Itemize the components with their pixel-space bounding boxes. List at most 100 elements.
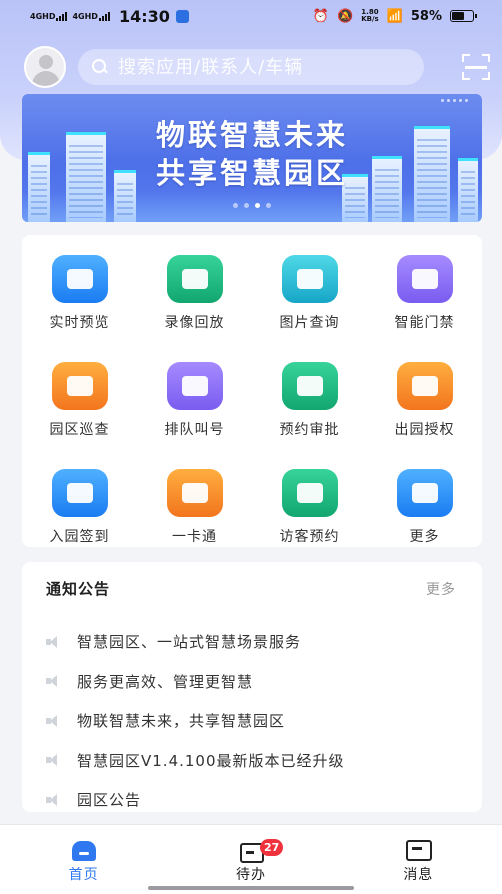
app-item[interactable]: 智能门禁: [367, 255, 482, 332]
speaker-icon: [46, 675, 62, 688]
notice-title: 通知公告: [46, 580, 111, 598]
app-item[interactable]: 图片查询: [252, 255, 367, 332]
notice-text: 服务更高效、管理更智慧: [77, 672, 254, 691]
app-item[interactable]: 出园授权: [367, 362, 482, 439]
banner-decoration: [441, 99, 468, 102]
notice-header: 通知公告 更多: [46, 578, 456, 599]
more-icon: [411, 483, 438, 503]
picture-icon: [296, 269, 323, 289]
notice-text: 智慧园区V1.4.100最新版本已经升级: [77, 751, 345, 770]
patrol-icon: [66, 376, 93, 396]
app-icon-tile: [166, 255, 223, 303]
app-item[interactable]: 排队叫号: [137, 362, 252, 439]
app-icon-tile: [281, 255, 338, 303]
alarm-icon: ⏰: [312, 8, 330, 24]
notice-item[interactable]: 服务更高效、管理更智慧: [46, 662, 466, 702]
signal-2: 4GHD: [72, 11, 110, 21]
bottom-tab-bar: 首页 待办 消息 27: [0, 824, 502, 894]
notice-item[interactable]: 智慧园区V1.4.100最新版本已经升级: [46, 741, 466, 781]
app-item[interactable]: 一卡通: [137, 469, 252, 546]
app-grid: 实时预览 录像回放 图片查询 智能门禁园区巡查 排队叫号 预约审批 出园授权入园签到 一卡通 访…: [22, 255, 482, 546]
sign-in-icon: [66, 483, 93, 503]
battery-percent: 58%: [410, 8, 442, 24]
app-item[interactable]: 更多: [367, 469, 482, 546]
battery-icon: [450, 10, 477, 22]
search-input[interactable]: [118, 56, 408, 78]
tab-messages-label: 消息: [403, 867, 434, 883]
banner-line-1: 物联智慧未来: [155, 118, 348, 152]
app-icon-tile: [51, 362, 108, 410]
app-icon-tile: [396, 469, 453, 517]
app-item[interactable]: 预约审批: [252, 362, 367, 439]
app-icon-tile: [166, 362, 223, 410]
search-bar[interactable]: [78, 49, 424, 85]
notice-text: 智慧园区、一站式智慧场景服务: [77, 633, 302, 652]
notice-item[interactable]: 园区公告: [46, 780, 466, 820]
network-speed: 1.80 KB/s: [361, 9, 378, 23]
app-icon-tile: [51, 255, 108, 303]
notice-text: 园区公告: [77, 791, 142, 810]
notice-text: 物联智慧未来，共享智慧园区: [77, 712, 286, 731]
app-item[interactable]: 录像回放: [137, 255, 252, 332]
app-item[interactable]: 访客预约: [252, 469, 367, 546]
banner-title: 物联智慧未来 共享智慧园区: [22, 116, 482, 192]
carousel-dot: [244, 203, 249, 208]
app-label: 排队叫号: [164, 422, 225, 438]
message-icon: [405, 839, 433, 861]
scan-icon[interactable]: [462, 54, 490, 80]
notice-more-link[interactable]: 更多: [426, 579, 456, 599]
speaker-icon: [46, 635, 62, 648]
speaker-icon: [46, 714, 62, 727]
app-label: 更多: [409, 529, 440, 545]
door-icon: [411, 269, 438, 289]
app-label: 一卡通: [172, 529, 217, 545]
status-right: ⏰ 🔕 1.80 KB/s 📶 58%: [312, 8, 477, 24]
tab-todo[interactable]: 待办: [167, 825, 334, 894]
app-grid-card: 实时预览 录像回放 图片查询 智能门禁园区巡查 排队叫号 预约审批 出园授权入园签到 一卡通 访…: [22, 235, 482, 547]
app-label: 智能门禁: [394, 315, 455, 331]
app-item[interactable]: 实时预览: [22, 255, 137, 332]
app-label: 实时预览: [49, 315, 110, 331]
tab-todo-label: 待办: [235, 867, 266, 883]
playback-icon: [181, 269, 208, 289]
app-icon-tile: [281, 469, 338, 517]
app-item[interactable]: 入园签到: [22, 469, 137, 546]
app-item[interactable]: 园区巡查: [22, 362, 137, 439]
notice-item[interactable]: 物联智慧未来，共享智慧园区: [46, 701, 466, 741]
avatar[interactable]: [24, 46, 66, 88]
tab-home[interactable]: 首页: [0, 825, 167, 894]
notice-list: 智慧园区、一站式智慧场景服务 服务更高效、管理更智慧物联智慧未来，共享智慧园区智慧…: [46, 622, 466, 820]
todo-count-badge: 27: [260, 839, 284, 856]
app-icon-tile: [166, 469, 223, 517]
video-camera-icon: [66, 269, 93, 289]
carousel-dot: [233, 203, 238, 208]
app-label: 预约审批: [279, 422, 340, 438]
speed-unit: KB/s: [361, 15, 379, 23]
scan-corner: [462, 54, 470, 62]
carousel-indicator: [22, 203, 482, 208]
app-label: 出园授权: [394, 422, 455, 438]
signal-bars-icon: [56, 11, 68, 21]
signal-bars-icon: [98, 11, 110, 21]
notice-item[interactable]: 智慧园区、一站式智慧场景服务: [46, 622, 466, 662]
tab-messages[interactable]: 消息: [335, 825, 502, 894]
home-icon: [70, 839, 98, 861]
scan-corner: [462, 72, 470, 80]
wifi-icon: 📶: [386, 8, 403, 24]
app-icon-tile: [396, 255, 453, 303]
notice-card: 通知公告 更多 智慧园区、一站式智慧场景服务 服务更高效、管理更智慧物联智慧未来，…: [22, 562, 482, 812]
scan-line: [465, 66, 487, 69]
banner-carousel[interactable]: 物联智慧未来 共享智慧园区: [22, 94, 482, 222]
queue-icon: [181, 376, 208, 396]
scan-corner: [482, 72, 490, 80]
app-icon-tile: [281, 362, 338, 410]
app-label: 录像回放: [164, 315, 225, 331]
network-label-2: 4GHD: [72, 12, 98, 21]
carousel-dot: [266, 203, 271, 208]
app-icon-tile: [396, 362, 453, 410]
avatar-head: [39, 55, 53, 69]
banner-line-2: 共享智慧园区: [155, 156, 348, 190]
network-label-1: 4GHD: [30, 12, 56, 21]
tab-home-label: 首页: [68, 867, 99, 883]
app-label: 访客预约: [279, 529, 340, 545]
